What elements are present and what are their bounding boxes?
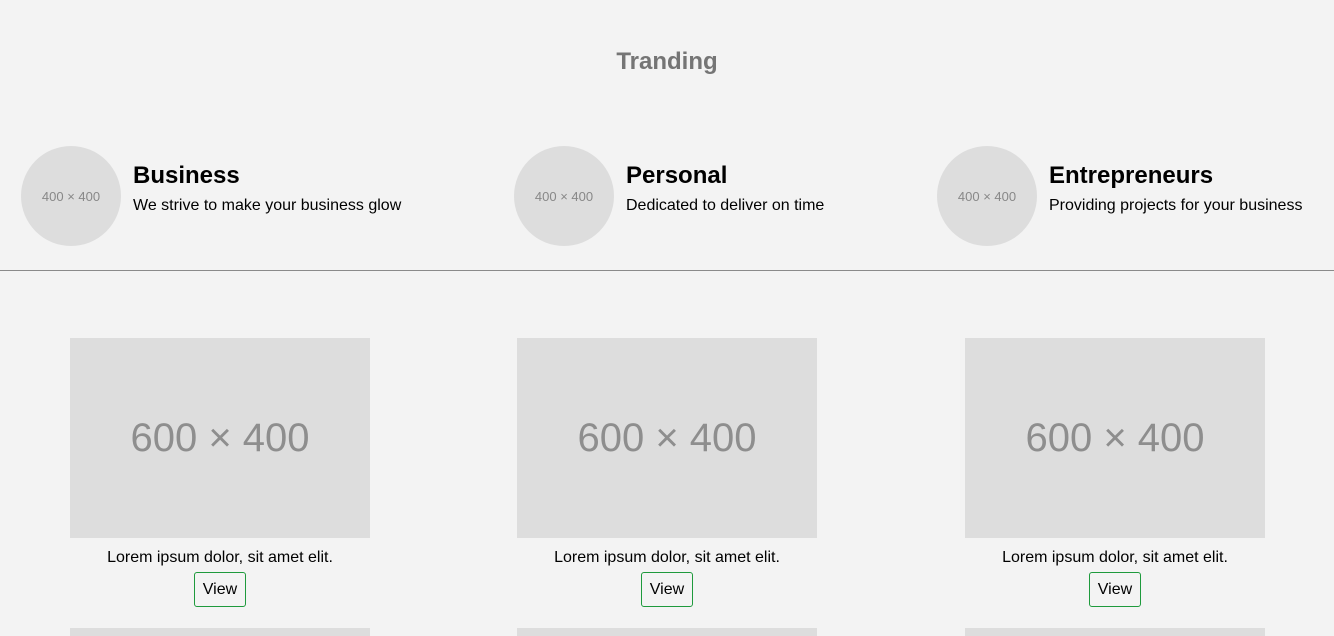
category-text: Business We strive to make your business…	[133, 146, 401, 216]
view-button[interactable]: View	[193, 572, 247, 607]
card-caption: Lorem ipsum dolor, sit amet elit.	[554, 549, 780, 566]
category-image: 400 × 400	[21, 146, 121, 246]
view-button[interactable]: View	[1088, 572, 1142, 607]
section-divider	[0, 270, 1334, 271]
card-image: 600 × 400	[517, 338, 817, 538]
next-card-image	[517, 628, 817, 636]
category-personal: 400 × 400 Personal Dedicated to deliver …	[514, 146, 824, 246]
product-card: 600 × 400 Lorem ipsum dolor, sit amet el…	[70, 338, 370, 607]
category-title: Business	[133, 162, 240, 189]
section-title: Tranding	[616, 48, 718, 75]
category-image: 400 × 400	[937, 146, 1037, 246]
card-image: 600 × 400	[70, 338, 370, 538]
card-caption: Lorem ipsum dolor, sit amet elit.	[107, 549, 333, 566]
category-title: Personal	[626, 162, 728, 189]
category-text: Entrepreneurs Providing projects for you…	[1049, 146, 1302, 216]
next-card-image	[965, 628, 1265, 636]
card-image: 600 × 400	[965, 338, 1265, 538]
category-image: 400 × 400	[514, 146, 614, 246]
product-card: 600 × 400 Lorem ipsum dolor, sit amet el…	[517, 338, 817, 607]
category-description: Dedicated to deliver on time	[626, 197, 825, 214]
product-card: 600 × 400 Lorem ipsum dolor, sit amet el…	[965, 338, 1265, 607]
next-card-image	[70, 628, 370, 636]
category-description: We strive to make your business glow	[133, 197, 402, 214]
category-entrepreneurs: 400 × 400 Entrepreneurs Providing projec…	[937, 146, 1302, 246]
page: Tranding 400 × 400 Business We strive to…	[0, 0, 1334, 636]
category-business: 400 × 400 Business We strive to make you…	[21, 146, 401, 246]
card-caption: Lorem ipsum dolor, sit amet elit.	[1002, 549, 1228, 566]
category-text: Personal Dedicated to deliver on time	[626, 146, 824, 216]
category-description: Providing projects for your business	[1049, 197, 1303, 214]
category-title: Entrepreneurs	[1049, 162, 1214, 189]
view-button[interactable]: View	[640, 572, 694, 607]
